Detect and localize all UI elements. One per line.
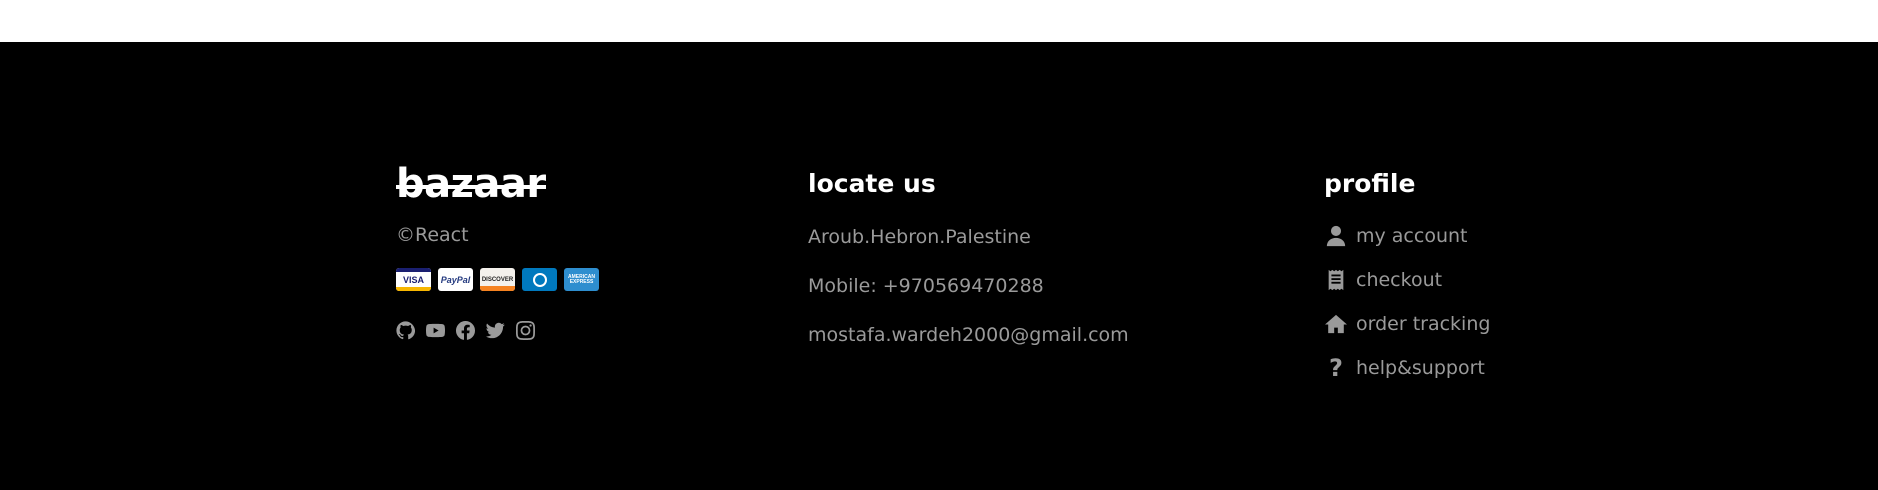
social-links xyxy=(396,321,656,340)
amex-card-icon: AMERICAN EXPRESS xyxy=(564,268,599,291)
checkout-label: checkout xyxy=(1356,269,1443,291)
twitter-icon[interactable] xyxy=(486,321,505,340)
profile-heading: profile xyxy=(1324,169,1416,198)
email-link[interactable]: mostafa.wardeh2000@gmail.com xyxy=(808,324,1228,346)
profile-links: my account checkout order tracking ? hel… xyxy=(1324,214,1644,390)
site-footer: bazaar ©React VISA PayPal DISCOVER AMERI… xyxy=(0,42,1878,490)
locate-us-heading: locate us xyxy=(808,169,936,198)
instagram-icon[interactable] xyxy=(516,321,535,340)
question-icon: ? xyxy=(1329,354,1343,382)
diners-club-card-icon xyxy=(522,268,557,291)
help-support-label: help&support xyxy=(1356,357,1485,379)
order-tracking-link[interactable]: order tracking xyxy=(1324,302,1644,346)
visa-card-icon: VISA xyxy=(396,268,431,291)
copyright-text: ©React xyxy=(396,224,469,246)
discover-card-icon: DISCOVER xyxy=(480,268,515,291)
my-account-link[interactable]: my account xyxy=(1324,214,1644,258)
payment-methods: VISA PayPal DISCOVER AMERICAN EXPRESS xyxy=(396,268,656,291)
paypal-card-icon: PayPal xyxy=(438,268,473,291)
help-support-link[interactable]: ? help&support xyxy=(1324,346,1644,390)
profile-column: profile my account checkout order tracki… xyxy=(1324,168,1644,390)
youtube-icon[interactable] xyxy=(426,321,445,340)
locate-us-column: locate us Aroub.Hebron.Palestine Mobile:… xyxy=(808,168,1228,346)
bazaar-logo[interactable]: bazaar xyxy=(396,164,546,204)
address-text: Aroub.Hebron.Palestine xyxy=(808,226,1031,248)
footer-brand-column: bazaar ©React VISA PayPal DISCOVER AMERI… xyxy=(396,164,656,340)
mobile-text: Mobile: +970569470288 xyxy=(808,275,1044,297)
home-icon xyxy=(1324,312,1348,336)
user-icon xyxy=(1324,224,1348,248)
my-account-label: my account xyxy=(1356,225,1468,247)
receipt-icon xyxy=(1324,268,1348,292)
checkout-link[interactable]: checkout xyxy=(1324,258,1644,302)
order-tracking-label: order tracking xyxy=(1356,313,1491,335)
facebook-icon[interactable] xyxy=(456,321,475,340)
github-icon[interactable] xyxy=(396,321,415,340)
